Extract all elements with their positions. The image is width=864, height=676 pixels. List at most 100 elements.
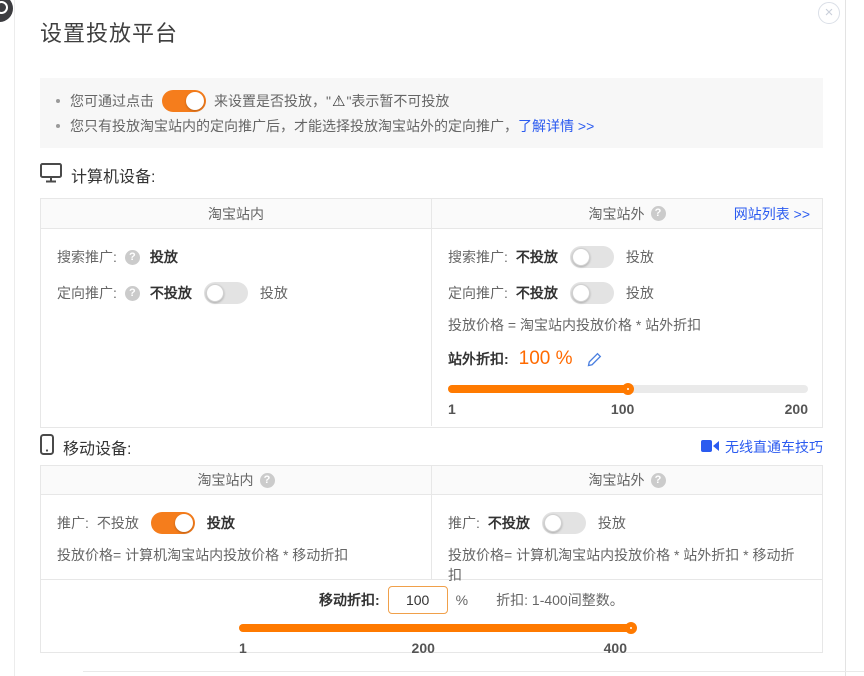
row-label: 推广: [57,513,89,533]
bullet-dot [56,124,60,128]
toggle-knob [544,514,562,532]
header-label: 淘宝站内 [208,204,264,224]
video-camera-icon [701,439,719,455]
status-off: 不投放 [97,513,139,533]
computer-section-header: 计算机设备: [40,162,823,188]
status-on: 投放 [626,283,654,303]
toggle-knob [206,284,224,302]
edit-pencil-icon[interactable] [587,352,602,367]
row-label: 搜索推广: [57,247,117,267]
targeted-promo-row: 定向推广: ? 不投放 投放 [57,279,415,307]
mobile-offsite-cell: 推广: 不投放 投放 投放价格= 计算机淘宝站内投放价格 * 站外折扣 * 移动… [432,495,822,579]
targeted-offsite-toggle[interactable] [570,282,614,304]
mobile-onsite-header: 淘宝站内 ? [41,466,432,494]
search-offsite-toggle[interactable] [570,246,614,268]
bullet-dot [56,99,60,103]
mobile-discount-area: 移动折扣: % 折扣: 1-400间整数。 1 200 400 [41,586,822,658]
status-on: 投放 [598,513,626,533]
status-on: 投放 [207,513,235,533]
slider-fill [239,624,631,632]
set-platform-dialog: × 设置投放平台 您可通过点击 来设置是否投放，" ⚠ "表示暂不可投放 您只有… [0,0,864,676]
notice-line-2: 您只有投放淘宝站内的定向推广后，才能选择投放淘宝站外的定向推广， 了解详情 >> [56,113,807,138]
help-icon[interactable]: ? [260,473,275,488]
promo-row: 推广: 不投放 投放 [448,509,806,537]
percent-unit: % [456,592,468,608]
targeted-promo-row: 定向推广: 不投放 投放 [448,279,808,307]
help-icon[interactable]: ? [651,206,666,221]
toggle-knob [572,284,590,302]
notice-text: 您可通过点击 [70,91,154,111]
status-off: 不投放 [488,513,530,533]
mobile-discount-slider[interactable] [239,624,631,632]
slider-fill [448,385,628,393]
dialog-right-border [845,0,846,676]
close-icon[interactable]: × [818,2,840,24]
mobile-offsite-header: 淘宝站外 ? [432,466,822,494]
computer-section-label: 计算机设备: [71,163,155,187]
slider-scale: 1 100 200 [448,401,808,419]
header-label: 淘宝站外 [589,470,645,490]
row-label: 推广: [448,513,480,533]
offsite-discount-slider[interactable] [448,385,808,393]
notice-box: 您可通过点击 来设置是否投放，" ⚠ "表示暂不可投放 您只有投放淘宝站内的定向… [40,78,823,148]
mobile-table: 淘宝站内 ? 淘宝站外 ? 推广: 不投放 投放 投放价格= 计算机淘宝站内投放… [40,465,823,653]
slider-scale: 1 200 400 [239,640,631,658]
bottom-divider [83,671,864,672]
scale-mid: 200 [412,640,435,656]
phone-icon [40,434,54,460]
link-label: 无线直通车技巧 [725,437,823,457]
row-label: 搜索推广: [448,247,508,267]
mobile-offsite-formula: 投放价格= 计算机淘宝站内投放价格 * 站外折扣 * 移动折扣 [448,545,806,585]
mobile-onsite-cell: 推广: 不投放 投放 投放价格= 计算机淘宝站内投放价格 * 移动折扣 [41,495,432,579]
scale-min: 1 [239,640,247,656]
toggle-knob [186,92,204,110]
row-label: 定向推广: [57,283,117,303]
computer-onsite-cell: 搜索推广: ? 投放 定向推广: ? 不投放 投放 [41,229,432,426]
website-list-link[interactable]: 网站列表 >> [734,204,810,224]
targeted-onsite-toggle[interactable] [204,282,248,304]
header-label: 淘宝站内 [198,470,254,490]
mobile-discount-input[interactable] [388,586,448,614]
offsite-discount-row: 站外折扣: 100 % [448,345,808,373]
discount-label: 站外折扣: [448,349,509,369]
notice-line-1: 您可通过点击 来设置是否投放，" ⚠ "表示暂不可投放 [56,88,807,113]
notice-text: "表示暂不可投放 [346,91,449,111]
learn-more-link[interactable]: 了解详情 >> [518,116,594,136]
scale-max: 400 [604,640,627,656]
offsite-discount-value: 100 % [519,348,573,370]
notice-text: 您只有投放淘宝站内的定向推广后，才能选择投放淘宝站外的定向推广， [70,116,518,136]
status-on: 投放 [260,283,288,303]
promo-row: 推广: 不投放 投放 [57,509,415,537]
slider-handle[interactable] [625,622,637,634]
status-on: 投放 [626,247,654,267]
mobile-offsite-toggle[interactable] [542,512,586,534]
help-icon[interactable]: ? [125,250,140,265]
toggle-knob [572,248,590,266]
wireless-tips-link[interactable]: 无线直通车技巧 [701,437,823,457]
scale-max: 200 [785,401,808,417]
mobile-onsite-formula: 投放价格= 计算机淘宝站内投放价格 * 移动折扣 [57,545,415,565]
computer-offsite-cell: 搜索推广: 不投放 投放 定向推广: 不投放 投放 投放价格 = 淘宝站内投放价… [432,229,824,426]
slider-handle[interactable] [622,383,634,395]
dialog-left-border [14,0,15,676]
status-on: 投放 [150,247,178,267]
mobile-section-label: 移动设备: [63,435,131,459]
search-promo-row: 搜索推广: ? 投放 [57,243,415,271]
scale-mid: 100 [611,401,634,417]
header-label: 淘宝站外 [589,204,645,224]
scale-min: 1 [448,401,456,417]
search-promo-row: 搜索推广: 不投放 投放 [448,243,808,271]
help-icon[interactable]: ? [125,286,140,301]
computer-table: 淘宝站内 淘宝站外 ? 网站列表 >> 搜索推广: ? 投放 定向推广: ? 不… [40,198,823,428]
mobile-onsite-toggle[interactable] [151,512,195,534]
row-label: 定向推广: [448,283,508,303]
warning-icon: ⚠ [332,92,345,110]
page-title: 设置投放平台 [40,16,178,48]
status-off: 不投放 [516,247,558,267]
corner-badge [0,0,13,22]
status-off: 不投放 [516,283,558,303]
notice-text: 来设置是否投放，" [214,91,331,111]
mobile-section-header: 移动设备: 无线直通车技巧 [40,434,823,460]
mobile-discount-label: 移动折扣: [319,590,380,610]
help-icon[interactable]: ? [651,473,666,488]
